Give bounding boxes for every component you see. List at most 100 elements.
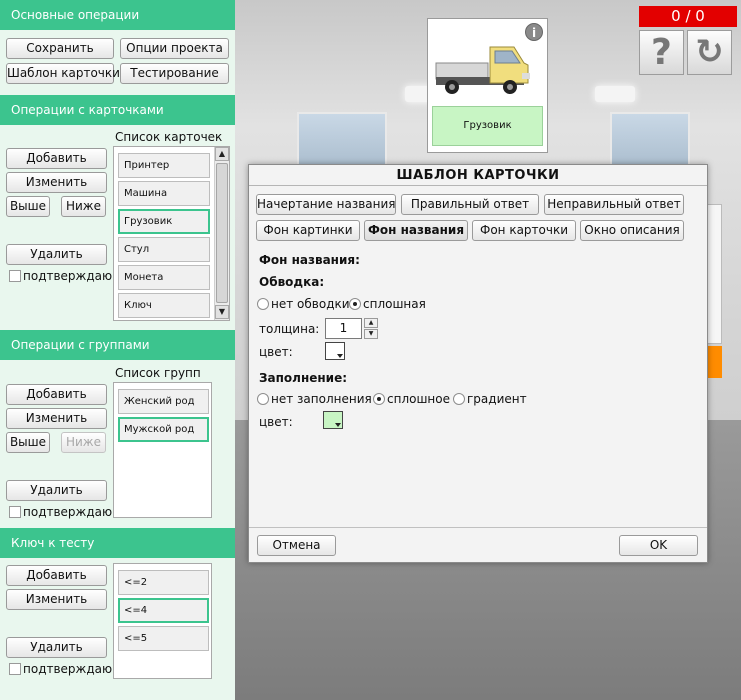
tab-title-background[interactable]: Фон названия [364, 220, 468, 241]
move-group-down-button[interactable]: Ниже [61, 432, 106, 453]
scroll-up-arrow-icon[interactable]: ▲ [215, 147, 229, 161]
list-item[interactable]: Машина [118, 181, 210, 206]
radio-label: градиент [467, 392, 527, 406]
key-list[interactable]: <=2 <=4 <=5 [113, 563, 212, 679]
list-item[interactable]: <=2 [118, 570, 209, 595]
list-item[interactable]: Монета [118, 265, 210, 290]
room-window [610, 112, 690, 172]
outline-color-label: цвет: [259, 345, 293, 359]
add-group-button[interactable]: Добавить [6, 384, 107, 405]
list-item[interactable]: Ключ [118, 293, 210, 318]
edit-key-button[interactable]: Изменить [6, 589, 107, 610]
card-template-dialog: ШАБЛОН КАРТОЧКИ Начертание названия Прав… [248, 164, 708, 563]
group-list[interactable]: Женский род Мужской род [113, 382, 212, 518]
delete-group-button[interactable]: Удалить [6, 480, 107, 501]
confirm-card-delete-checkbox[interactable]: подтверждаю [9, 269, 112, 283]
tab-wrong-answer[interactable]: Неправильный ответ [544, 194, 684, 215]
fill-color-label: цвет: [259, 415, 293, 429]
edit-group-button[interactable]: Изменить [6, 408, 107, 429]
tab-card-background[interactable]: Фон карточки [472, 220, 576, 241]
scroll-down-arrow-icon[interactable]: ▼ [215, 305, 229, 319]
list-item-selected[interactable]: <=4 [118, 598, 209, 623]
stepper-down-icon[interactable]: ▼ [364, 329, 378, 339]
info-icon[interactable]: i [525, 23, 543, 41]
truck-image [435, 46, 530, 94]
section-header-basic-ops: Основные операции [0, 0, 235, 30]
cancel-button[interactable]: Отмена [257, 535, 336, 556]
confirm-group-delete-checkbox[interactable]: подтверждаю [9, 505, 112, 519]
score-display: 0 / 0 [639, 6, 737, 27]
outline-color-picker[interactable] [325, 342, 345, 360]
radio-dot-selected[interactable] [349, 298, 361, 310]
radio-label: сплошная [363, 297, 426, 311]
checkbox-label: подтверждаю [23, 505, 113, 519]
section-header-group-ops: Операции с группами [0, 330, 235, 360]
section-header-card-ops: Операции с карточками [0, 95, 235, 125]
section-header-test-key: Ключ к тесту [0, 528, 235, 558]
delete-key-button[interactable]: Удалить [6, 637, 107, 658]
testing-button[interactable]: Тестирование [120, 63, 229, 84]
stepper-up-icon[interactable]: ▲ [364, 318, 378, 328]
room-window [297, 112, 387, 172]
outline-solid-radio[interactable]: сплошная [349, 297, 426, 311]
fill-gradient-radio[interactable]: градиент [453, 392, 527, 406]
list-item[interactable]: Принтер [118, 153, 210, 178]
orange-indicator [706, 346, 722, 378]
card-template-button[interactable]: Шаблон карточки [6, 63, 120, 84]
add-card-button[interactable]: Добавить [6, 148, 107, 169]
add-key-button[interactable]: Добавить [6, 565, 107, 586]
checkbox-box[interactable] [9, 270, 21, 282]
section-title: Фон названия: [259, 253, 360, 267]
outline-none-radio[interactable]: нет обводки [257, 297, 350, 311]
tab-title-style[interactable]: Начертание названия [256, 194, 396, 215]
edit-card-button[interactable]: Изменить [6, 172, 107, 193]
checkbox-label: подтверждаю [23, 269, 113, 283]
restart-icon[interactable]: ↻ [687, 30, 732, 75]
ceiling-lamp [595, 86, 635, 102]
radio-dot[interactable] [453, 393, 465, 405]
radio-dot[interactable] [257, 298, 269, 310]
list-item[interactable]: Женский род [118, 389, 209, 414]
confirm-key-delete-checkbox[interactable]: подтверждаю [9, 662, 112, 676]
tab-image-background[interactable]: Фон картинки [256, 220, 360, 241]
radio-label: сплошное [387, 392, 451, 406]
dialog-title: ШАБЛОН КАРТОЧКИ [249, 165, 707, 186]
tab-description-window[interactable]: Окно описания [580, 220, 684, 241]
move-group-up-button[interactable]: Выше [6, 432, 50, 453]
fill-solid-radio[interactable]: сплошное [373, 392, 450, 406]
checkbox-label: подтверждаю [23, 662, 113, 676]
fill-none-radio[interactable]: нет заполнения [257, 392, 372, 406]
checkbox-box[interactable] [9, 506, 21, 518]
fill-title: Заполнение: [259, 371, 348, 385]
card-preview-label: Грузовик [432, 106, 543, 146]
thickness-label: толщина: [259, 322, 320, 336]
radio-dot[interactable] [257, 393, 269, 405]
radio-dot-selected[interactable] [373, 393, 385, 405]
move-card-up-button[interactable]: Выше [6, 196, 50, 217]
side-panel-edge [706, 204, 722, 344]
list-item[interactable]: <=5 [118, 626, 209, 651]
card-list-scrollbar[interactable]: ▲ ▼ [214, 147, 229, 320]
outline-title: Обводка: [259, 275, 325, 289]
card-preview[interactable]: i Грузовик [427, 18, 548, 153]
scroll-thumb[interactable] [216, 163, 228, 303]
list-item[interactable]: Стул [118, 237, 210, 262]
card-list-title: Список карточек [115, 130, 223, 144]
group-list-title: Список групп [115, 366, 201, 380]
project-options-button[interactable]: Опции проекта [120, 38, 229, 59]
list-item-selected[interactable]: Грузовик [118, 209, 210, 234]
move-card-down-button[interactable]: Ниже [61, 196, 106, 217]
radio-label: нет заполнения [271, 392, 372, 406]
thickness-stepper[interactable]: 1 ▲ ▼ [325, 318, 378, 339]
fill-color-picker[interactable] [323, 411, 343, 429]
checkbox-box[interactable] [9, 663, 21, 675]
tab-correct-answer[interactable]: Правильный ответ [401, 194, 539, 215]
radio-label: нет обводки [271, 297, 350, 311]
card-list[interactable]: Принтер Машина Грузовик Стул Монета Ключ… [113, 146, 230, 321]
thickness-input[interactable]: 1 [325, 318, 362, 339]
delete-card-button[interactable]: Удалить [6, 244, 107, 265]
help-icon[interactable]: ? [639, 30, 684, 75]
ok-button[interactable]: OK [619, 535, 698, 556]
list-item-selected[interactable]: Мужской род [118, 417, 209, 442]
save-button[interactable]: Сохранить [6, 38, 114, 59]
